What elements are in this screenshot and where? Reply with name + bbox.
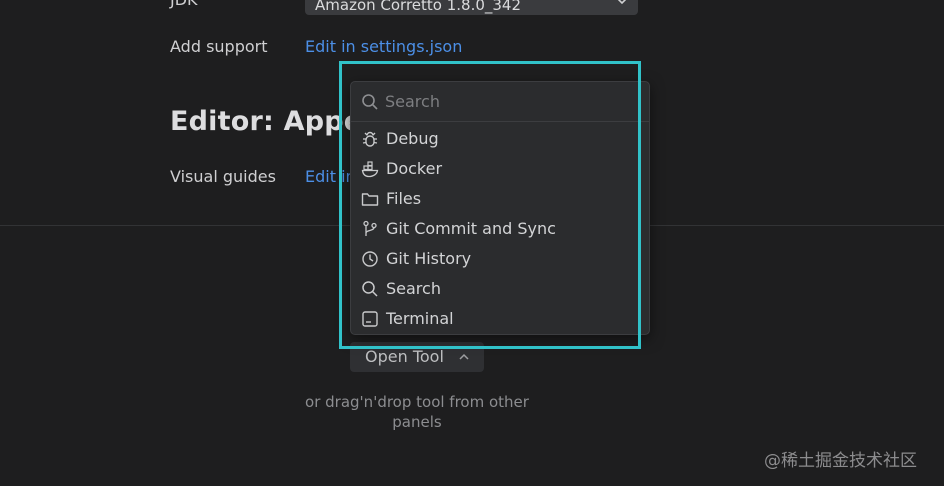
add-support-label: Add support — [170, 37, 268, 56]
add-support-link[interactable]: Edit in settings.json — [305, 37, 462, 56]
chevron-up-icon — [459, 353, 469, 360]
watermark: @稀土掘金技术社区 — [764, 451, 917, 471]
jdk-label: JDK — [170, 0, 198, 9]
jdk-select-value: Amazon Corretto 1.8.0_342 — [315, 0, 522, 14]
drag-drop-hint: or drag'n'drop tool from other panels — [305, 393, 529, 431]
open-tool-label: Open Tool — [365, 347, 444, 366]
chevron-down-icon — [617, 0, 627, 5]
highlight-frame — [339, 61, 641, 349]
jdk-select[interactable]: Amazon Corretto 1.8.0_342 — [305, 0, 638, 15]
visual-guides-label: Visual guides — [170, 167, 276, 186]
